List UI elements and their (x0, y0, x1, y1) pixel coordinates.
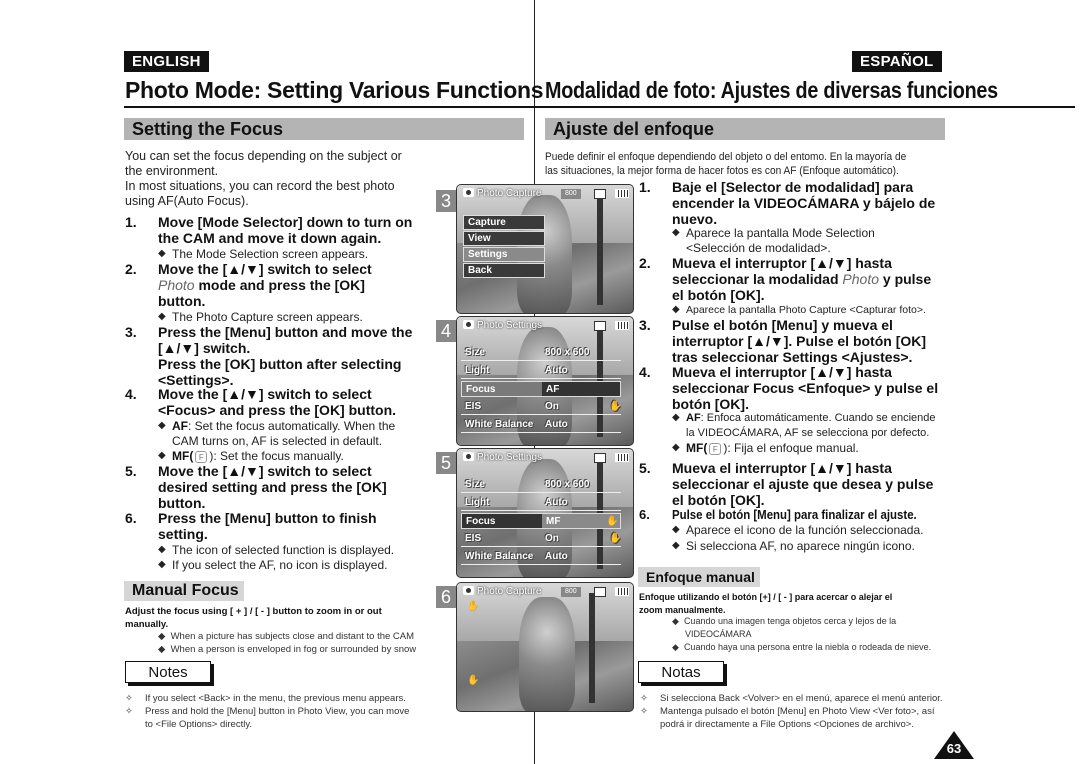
spanish-manual-focus-bullet: ◆ Cuando haya una persona entre la niebl… (672, 642, 932, 652)
english-section-bar: Setting the Focus (124, 118, 524, 140)
screen-4-number: 4 (436, 320, 456, 342)
setting-row-light[interactable]: Light Auto (461, 363, 621, 379)
camera-icon (463, 188, 474, 197)
spanish-page-title: Modalidad de foto: Ajustes de diversas f… (545, 77, 998, 103)
english-step-6: 6. Press the [Menu] button to finish sett… (125, 510, 377, 542)
setting-row-white-balance[interactable]: White Balance Auto (461, 417, 621, 433)
setting-row-focus[interactable]: Focus AF (461, 381, 621, 397)
camera-icon (463, 452, 474, 461)
page-number-badge: 63 (934, 731, 974, 759)
english-notes-label: Notes (125, 661, 211, 683)
menu-item-back[interactable]: Back (463, 263, 545, 278)
english-step-1: 1. Move [Mode Selector] down to turn on t… (125, 214, 413, 246)
memory-icon (594, 587, 606, 597)
page-number: 63 (946, 741, 962, 756)
memory-icon (594, 189, 606, 199)
screen-3-number: 3 (436, 190, 456, 212)
menu-item-capture[interactable]: Capture (463, 215, 545, 230)
spanish-manual-focus-bullet: ◆ Cuando una imagen tenga objetos cerca … (672, 616, 897, 626)
screen-6-photo-capture: Photo Capture 800 ✋ ✋ (456, 582, 634, 712)
english-step-5: 5. Move the [▲/▼] switch to select desire… (125, 463, 387, 511)
eis-hand-icon: ✋ (609, 401, 622, 412)
spanish-step-5: 5. Mueva el interruptor [▲/▼] hasta selec… (639, 460, 934, 508)
setting-row-size[interactable]: Size 800 x 600 (461, 345, 621, 361)
english-manual-focus-bar: Manual Focus (124, 581, 244, 601)
mf-hand-icon: F (709, 443, 722, 455)
mf-hand-icon: F (195, 451, 208, 463)
resolution-badge: 800 (561, 587, 581, 597)
english-manual-focus-title: Manual Focus (132, 582, 239, 599)
screen-4-photo-settings-af: Photo Settings Size 800 x 600 Light Auto F… (456, 316, 634, 446)
english-step-3: 3. Press the [Menu] button and move the[… (125, 324, 413, 388)
eis-hand-icon: ✋ (609, 533, 622, 544)
screen-5-photo-settings-mf: Photo Settings Size 800 x 600 Light Auto F… (456, 448, 634, 578)
menu-item-view[interactable]: View (463, 231, 545, 246)
resolution-badge: 800 (561, 189, 581, 199)
screen-6-number: 6 (436, 586, 456, 608)
english-manual-focus-bullet: ◆ When a person is enveloped in fog or s… (158, 644, 417, 655)
spanish-manual-focus-title: Enfoque manual (646, 569, 755, 585)
spanish-section-bar: Ajuste del enfoque (545, 118, 945, 140)
camera-icon (463, 586, 474, 595)
battery-icon (615, 587, 629, 596)
spanish-step-4: 4. Mueva el interruptor [▲/▼] hasta selec… (639, 364, 939, 412)
setting-row-eis[interactable]: EIS On ✋ (461, 531, 621, 547)
setting-row-white-balance[interactable]: White Balance Auto (461, 549, 621, 565)
spanish-manual-focus-desc: Enfoque utilizando el botón [+] / [ - ] … (639, 592, 893, 615)
memory-icon (594, 453, 606, 463)
spanish-section-title: Ajuste del enfoque (553, 119, 715, 139)
english-step-2: 2. Move the [▲/▼] switch to select Photo … (125, 261, 372, 309)
english-manual-focus-desc: Adjust the focus using [ + ] / [ - ] but… (125, 606, 382, 630)
mf-hand-icon: ✋ (606, 516, 619, 527)
english-intro: You can set the focus depending on the s… (125, 149, 402, 208)
spanish-step-1: 1. Baje el [Selector de modalidad] para e… (639, 179, 936, 227)
english-section-title: Setting the Focus (132, 119, 284, 139)
spanish-intro: Puede definir el enfoque dependiendo del… (545, 151, 907, 177)
spanish-manual-focus-bar: Enfoque manual (638, 567, 760, 587)
battery-icon (615, 453, 629, 462)
column-divider-bottom (534, 712, 535, 764)
menu-item-settings[interactable]: Settings (463, 247, 545, 262)
spanish-language-badge: ESPAÑOL (852, 51, 942, 72)
spanish-step-3: 3. Pulse el botón [Menu] y mueva el inter… (639, 317, 927, 365)
battery-icon (615, 321, 629, 330)
mf-indicator-icon: ✋ (467, 601, 480, 612)
screen-3-photo-capture-menu: Photo Capture 800 Capture View Settings … (456, 184, 634, 314)
eis-indicator-icon: ✋ (467, 675, 480, 686)
camera-icon (463, 320, 474, 329)
spanish-notes-label: Notas (638, 661, 724, 683)
screen-5-number: 5 (436, 452, 456, 474)
english-page-title: Photo Mode: Setting Various Functions (125, 77, 544, 103)
battery-icon (615, 189, 629, 198)
setting-row-size[interactable]: Size 800 x 600 (461, 477, 621, 493)
english-step-4: 4. Move the [▲/▼] switch to select <Focus… (125, 386, 397, 418)
title-rule (124, 106, 1075, 108)
setting-row-focus[interactable]: Focus MF ✋ (461, 513, 621, 529)
english-language-badge: ENGLISH (124, 51, 209, 72)
spanish-step-2: 2. Mueva el interruptor [▲/▼] hasta selec… (639, 255, 932, 303)
setting-row-eis[interactable]: EIS On ✋ (461, 399, 621, 415)
spanish-manual-focus-bullet-cont: VIDEOCÁMARA (685, 629, 752, 639)
memory-icon (594, 321, 606, 331)
setting-row-light[interactable]: Light Auto (461, 495, 621, 511)
english-manual-focus-bullet: ◆ When a picture has subjects close and … (158, 631, 415, 642)
